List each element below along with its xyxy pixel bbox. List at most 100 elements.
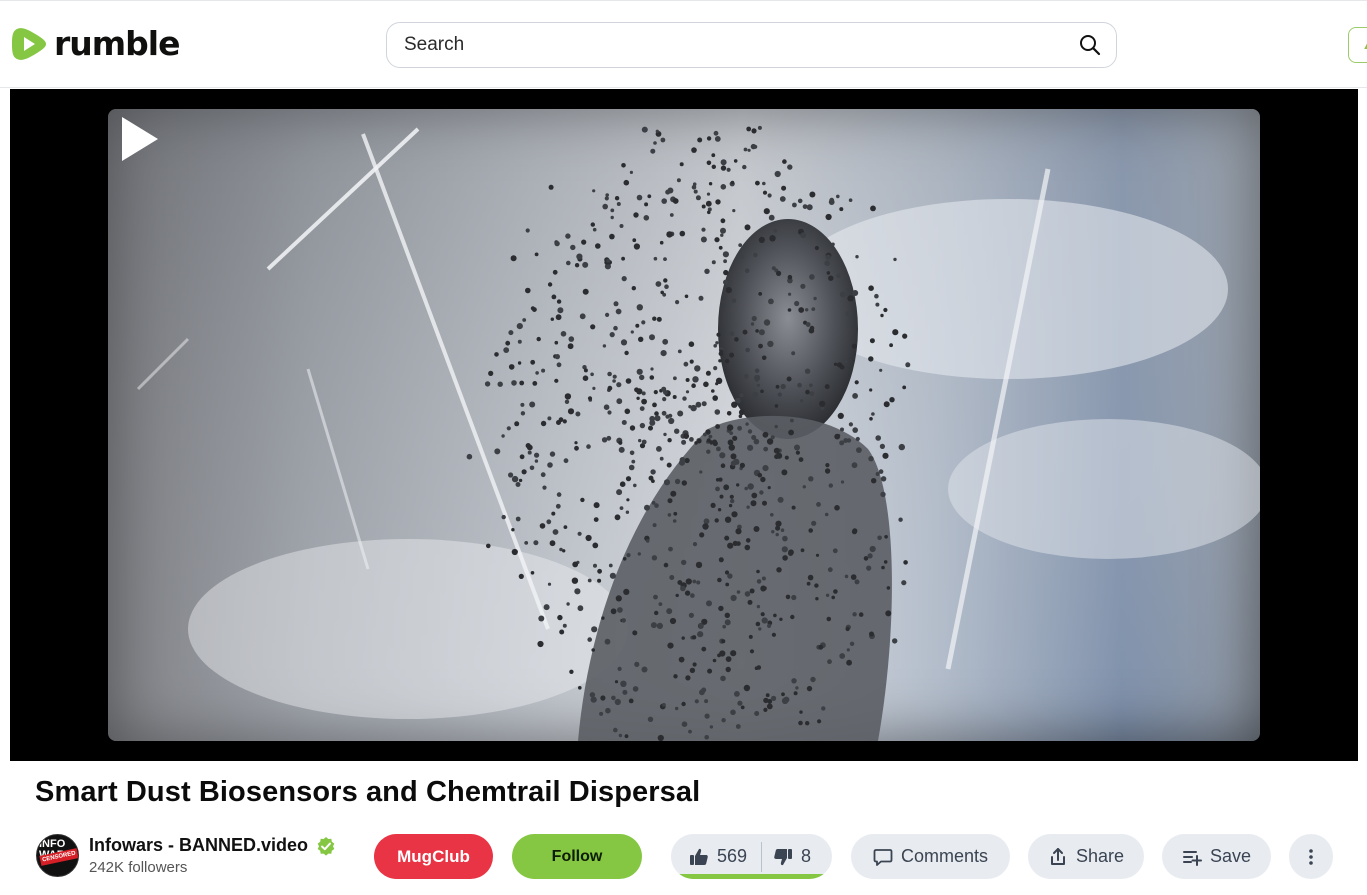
- dust-particle: [831, 595, 835, 600]
- dust-particle: [734, 337, 739, 342]
- dust-particle: [845, 626, 850, 632]
- dust-particle: [889, 343, 893, 348]
- dust-particle: [660, 137, 666, 143]
- dust-particle: [724, 358, 730, 364]
- dust-particle: [518, 573, 524, 579]
- dust-particle: [593, 502, 600, 509]
- dust-particle: [707, 210, 711, 215]
- dust-particle: [634, 661, 640, 668]
- mugclub-button[interactable]: MugClub: [374, 834, 493, 879]
- search-icon[interactable]: [1078, 33, 1102, 57]
- dust-particle: [551, 294, 557, 300]
- rumble-logo[interactable]: rumble: [10, 25, 180, 63]
- dust-particle: [676, 178, 681, 183]
- dust-particle: [713, 366, 718, 371]
- dust-particle: [673, 674, 678, 679]
- dust-particle: [722, 624, 726, 629]
- dust-particle: [529, 465, 535, 471]
- dust-particle: [524, 541, 529, 545]
- dust-particle: [759, 490, 764, 495]
- play-icon[interactable]: [108, 109, 168, 169]
- dust-particle: [663, 390, 668, 395]
- rumble-logo-icon: [12, 28, 46, 60]
- dust-particle: [766, 703, 773, 710]
- dust-particle: [691, 383, 696, 389]
- dust-particle: [737, 425, 742, 431]
- dust-particle: [587, 637, 592, 642]
- search-input[interactable]: [404, 34, 1078, 56]
- channel-info[interactable]: INFO WARS CENSORED Infowars - BANNED.vid…: [36, 834, 336, 877]
- dust-particle: [718, 477, 723, 482]
- dust-particle: [718, 351, 724, 356]
- dust-particle: [557, 307, 564, 314]
- dust-particle: [609, 332, 615, 338]
- dust-particle: [756, 383, 761, 387]
- dust-particle: [514, 421, 520, 427]
- channel-avatar[interactable]: INFO WARS CENSORED: [36, 834, 79, 877]
- dust-particle: [721, 639, 726, 644]
- dust-particle: [534, 252, 539, 257]
- follow-button[interactable]: Follow: [512, 834, 642, 879]
- dust-particle: [713, 130, 719, 136]
- dust-particle: [820, 406, 825, 411]
- dust-particle: [656, 316, 662, 322]
- dust-particle: [813, 296, 817, 301]
- dust-particle: [548, 184, 554, 190]
- dust-particle: [577, 605, 584, 612]
- dust-particle: [715, 341, 719, 345]
- dust-particle: [869, 631, 874, 637]
- upload-button[interactable]: ▲: [1348, 27, 1367, 63]
- dust-particle: [520, 402, 525, 407]
- dust-particle: [767, 486, 771, 490]
- dust-particle: [667, 513, 672, 517]
- dust-particle: [636, 368, 643, 375]
- dust-particle: [616, 202, 621, 206]
- dust-particle: [621, 420, 627, 425]
- save-button[interactable]: Save: [1162, 834, 1271, 879]
- dust-particle: [852, 427, 858, 433]
- dust-particle: [880, 313, 884, 318]
- dust-particle: [549, 540, 556, 547]
- dust-particle: [703, 432, 707, 437]
- dislike-button[interactable]: 8: [762, 834, 811, 879]
- dust-particle: [574, 263, 580, 268]
- dust-particle: [688, 729, 692, 734]
- dust-particle: [886, 586, 891, 590]
- dust-particle: [787, 274, 793, 280]
- channel-name-row: Infowars - BANNED.video: [89, 835, 336, 856]
- like-button[interactable]: 569: [671, 834, 747, 879]
- dust-particle: [720, 165, 727, 171]
- comments-button[interactable]: Comments: [851, 834, 1010, 879]
- dust-particle: [590, 696, 597, 703]
- dust-particle: [657, 734, 664, 741]
- dust-particle: [791, 678, 797, 684]
- dust-particle: [879, 443, 886, 449]
- more-options-button[interactable]: [1289, 834, 1333, 879]
- dust-particle: [730, 709, 736, 716]
- dust-particle: [740, 705, 745, 710]
- search-bar[interactable]: [386, 22, 1117, 68]
- dust-particle: [884, 535, 888, 539]
- channel-name[interactable]: Infowars - BANNED.video: [89, 835, 308, 856]
- dust-particle: [880, 476, 887, 482]
- dust-particle: [731, 401, 738, 408]
- dust-particle: [679, 457, 686, 463]
- dust-particle: [706, 600, 712, 607]
- dust-particle: [782, 159, 787, 164]
- dust-particle: [892, 329, 899, 336]
- dust-particle: [698, 295, 704, 301]
- dust-particle: [621, 618, 626, 623]
- dust-particle: [791, 351, 796, 356]
- dust-particle: [852, 393, 858, 399]
- share-button[interactable]: Share: [1028, 834, 1144, 879]
- dust-particle: [672, 395, 677, 399]
- video-player[interactable]: [10, 89, 1358, 761]
- dust-particle: [550, 317, 554, 321]
- dust-particle: [592, 227, 597, 232]
- dust-particle: [582, 375, 589, 382]
- dust-particle: [648, 425, 653, 431]
- dust-particle: [730, 180, 735, 185]
- dust-particle: [806, 204, 813, 211]
- dust-particle: [695, 195, 701, 201]
- dust-particle: [798, 457, 804, 462]
